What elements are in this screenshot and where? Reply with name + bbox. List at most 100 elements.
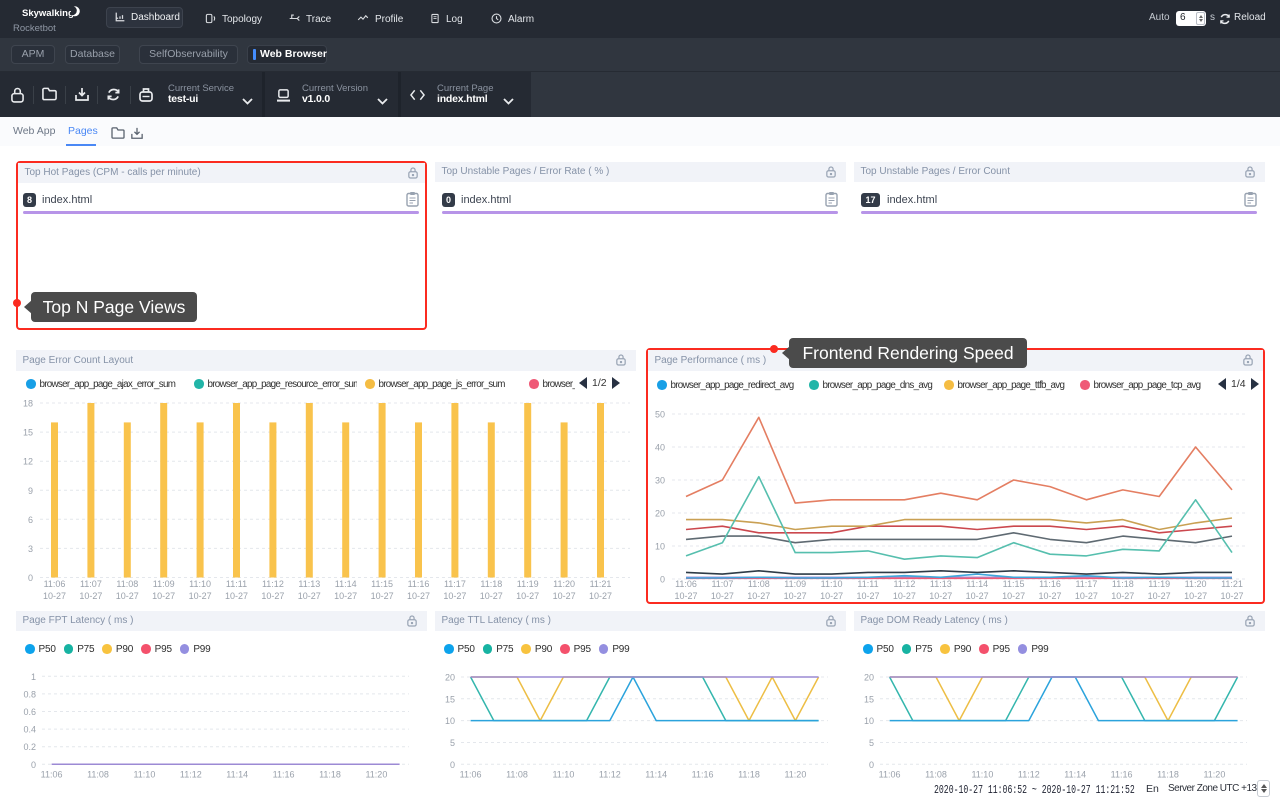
svg-text:11:13: 11:13 <box>930 579 952 589</box>
svg-text:10: 10 <box>655 542 665 552</box>
svg-text:20: 20 <box>445 673 455 683</box>
svg-text:11:08: 11:08 <box>748 579 770 589</box>
svg-text:11:12: 11:12 <box>893 579 915 589</box>
svg-text:10-27: 10-27 <box>225 591 248 601</box>
svg-text:5: 5 <box>869 738 874 748</box>
svg-text:10-27: 10-27 <box>784 591 807 601</box>
svg-text:11:14: 11:14 <box>335 579 357 589</box>
svg-text:10-27: 10-27 <box>1184 591 1207 601</box>
svg-text:3: 3 <box>28 544 33 554</box>
svg-text:11:16: 11:16 <box>273 770 295 780</box>
svg-text:11:09: 11:09 <box>153 579 175 589</box>
svg-text:0.8: 0.8 <box>23 689 36 699</box>
svg-text:10-27: 10-27 <box>79 591 102 601</box>
svg-text:11:08: 11:08 <box>116 579 138 589</box>
svg-text:11:11: 11:11 <box>857 579 878 589</box>
svg-text:11:07: 11:07 <box>711 579 733 589</box>
svg-text:50: 50 <box>655 410 665 420</box>
svg-text:0: 0 <box>31 760 36 770</box>
svg-text:9: 9 <box>28 486 33 496</box>
svg-text:10-27: 10-27 <box>516 591 539 601</box>
svg-text:0.4: 0.4 <box>23 725 36 735</box>
svg-text:15: 15 <box>864 694 874 704</box>
svg-text:11:12: 11:12 <box>599 770 621 780</box>
svg-text:11:19: 11:19 <box>1148 579 1170 589</box>
svg-text:11:08: 11:08 <box>87 770 109 780</box>
svg-text:10-27: 10-27 <box>1075 591 1098 601</box>
svg-text:11:17: 11:17 <box>1075 579 1097 589</box>
svg-text:10-27: 10-27 <box>820 591 843 601</box>
svg-text:11:19: 11:19 <box>517 579 539 589</box>
svg-text:10-27: 10-27 <box>1002 591 1025 601</box>
svg-text:11:10: 11:10 <box>133 770 155 780</box>
svg-text:10-27: 10-27 <box>407 591 430 601</box>
svg-text:11:18: 11:18 <box>1112 579 1134 589</box>
svg-text:11:10: 11:10 <box>189 579 211 589</box>
svg-text:11:10: 11:10 <box>971 770 993 780</box>
svg-text:10-27: 10-27 <box>261 591 284 601</box>
svg-text:10-27: 10-27 <box>966 591 989 601</box>
svg-text:0.2: 0.2 <box>23 742 36 752</box>
svg-text:11:07: 11:07 <box>80 579 102 589</box>
svg-text:10-27: 10-27 <box>1220 591 1243 601</box>
svg-text:11:10: 11:10 <box>552 770 574 780</box>
svg-text:10-27: 10-27 <box>856 591 879 601</box>
svg-text:10-27: 10-27 <box>334 591 357 601</box>
svg-text:11:16: 11:16 <box>408 579 430 589</box>
svg-text:11:08: 11:08 <box>506 770 528 780</box>
svg-text:11:15: 11:15 <box>371 579 393 589</box>
svg-text:11:18: 11:18 <box>738 770 760 780</box>
svg-text:11:10: 11:10 <box>821 579 843 589</box>
svg-text:11:16: 11:16 <box>1039 579 1061 589</box>
svg-text:11:18: 11:18 <box>480 579 502 589</box>
svg-text:10-27: 10-27 <box>589 591 612 601</box>
svg-text:10-27: 10-27 <box>553 591 576 601</box>
svg-text:0: 0 <box>28 573 33 583</box>
svg-text:11:21: 11:21 <box>590 579 612 589</box>
svg-text:10-27: 10-27 <box>674 591 697 601</box>
svg-text:11:16: 11:16 <box>692 770 714 780</box>
svg-text:12: 12 <box>23 457 33 467</box>
svg-text:11:20: 11:20 <box>365 770 387 780</box>
svg-text:10-27: 10-27 <box>152 591 175 601</box>
svg-text:11:06: 11:06 <box>460 770 482 780</box>
svg-text:10-27: 10-27 <box>298 591 321 601</box>
svg-text:11:06: 11:06 <box>44 579 66 589</box>
svg-text:10-27: 10-27 <box>711 591 734 601</box>
svg-text:11:21: 11:21 <box>1221 579 1243 589</box>
svg-text:0: 0 <box>450 760 455 770</box>
svg-text:11:09: 11:09 <box>784 579 806 589</box>
svg-text:11:15: 11:15 <box>1003 579 1025 589</box>
svg-text:11:18: 11:18 <box>1157 770 1179 780</box>
svg-text:11:06: 11:06 <box>675 579 697 589</box>
svg-text:11:08: 11:08 <box>925 770 947 780</box>
svg-text:0: 0 <box>660 575 665 585</box>
svg-text:6: 6 <box>28 515 33 525</box>
svg-text:11:20: 11:20 <box>1203 770 1225 780</box>
svg-text:10-27: 10-27 <box>1111 591 1134 601</box>
svg-text:10-27: 10-27 <box>371 591 394 601</box>
svg-text:11:16: 11:16 <box>1111 770 1133 780</box>
svg-text:11:12: 11:12 <box>262 579 284 589</box>
svg-text:10-27: 10-27 <box>189 591 212 601</box>
svg-text:11:14: 11:14 <box>1064 770 1086 780</box>
svg-text:10-27: 10-27 <box>443 591 466 601</box>
svg-text:11:14: 11:14 <box>645 770 667 780</box>
svg-text:10: 10 <box>864 716 874 726</box>
svg-text:1: 1 <box>31 672 36 682</box>
svg-text:11:20: 11:20 <box>784 770 806 780</box>
svg-text:11:18: 11:18 <box>319 770 341 780</box>
svg-text:11:17: 11:17 <box>444 579 466 589</box>
svg-text:11:12: 11:12 <box>180 770 202 780</box>
svg-text:11:14: 11:14 <box>226 770 248 780</box>
svg-text:11:06: 11:06 <box>41 770 63 780</box>
svg-text:10-27: 10-27 <box>480 591 503 601</box>
svg-text:5: 5 <box>450 738 455 748</box>
svg-text:30: 30 <box>655 476 665 486</box>
svg-text:40: 40 <box>655 443 665 453</box>
svg-text:20: 20 <box>864 673 874 683</box>
svg-text:11:06: 11:06 <box>879 770 901 780</box>
svg-text:10-27: 10-27 <box>747 591 770 601</box>
svg-text:11:12: 11:12 <box>1018 770 1040 780</box>
svg-text:15: 15 <box>23 428 33 438</box>
